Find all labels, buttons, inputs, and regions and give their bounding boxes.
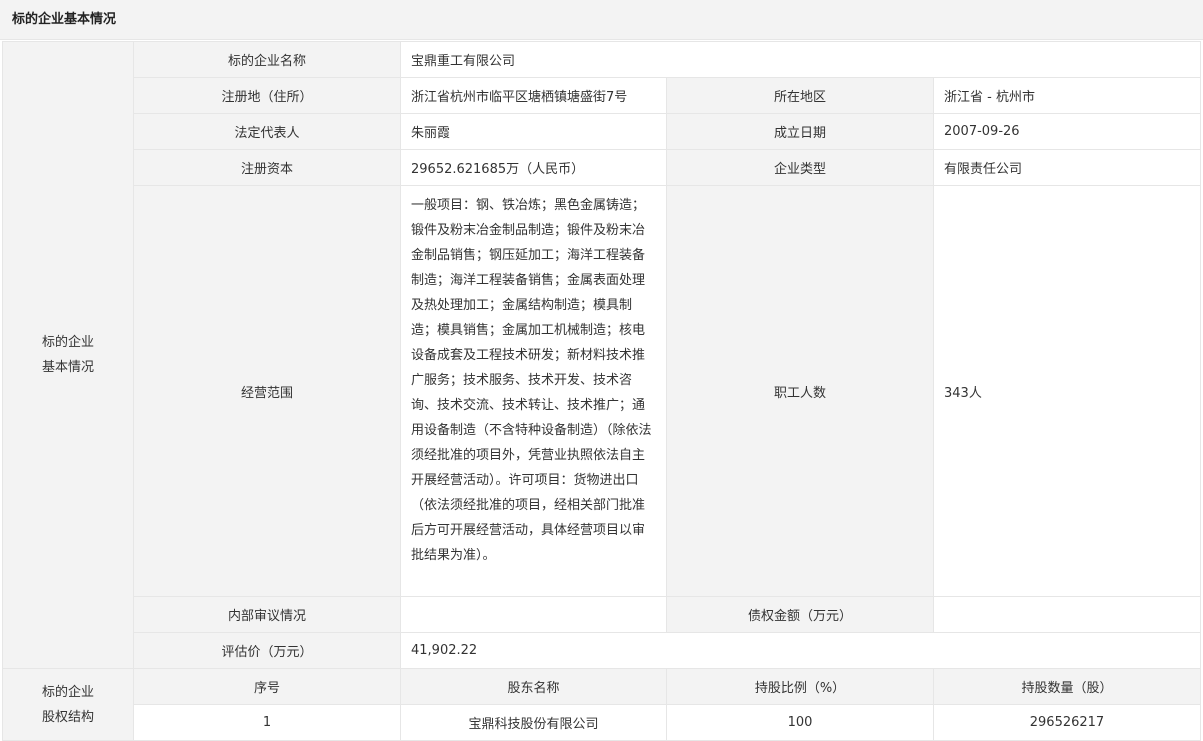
region-label: 所在地区 [666, 77, 934, 114]
reg-address-label: 注册地（住所） [133, 77, 401, 114]
table-row: 评估价（万元） 41,902.22 [3, 632, 1201, 669]
info-table: 标的企业 基本情况 标的企业名称 宝鼎重工有限公司 注册地（住所） 浙江省杭州市… [2, 41, 1201, 741]
table-row: 法定代表人 朱丽霞 成立日期 2007-09-26 [3, 113, 1201, 150]
scope-text: 一般项目：钢、铁冶炼；黑色金属铸造；锻件及粉末冶金制品制造；锻件及粉末冶金制品销… [411, 198, 652, 563]
table-row: 内部审议情况 债权金额（万元） [3, 596, 1201, 633]
founded-label: 成立日期 [666, 113, 934, 150]
scope-value: 一般项目：钢、铁冶炼；黑色金属铸造；锻件及粉末冶金制品制造；锻件及粉末冶金制品销… [400, 185, 667, 597]
audit-label: 内部审议情况 [133, 596, 401, 633]
section-label-equity: 标的企业 股权结构 [2, 668, 134, 741]
company-name-label: 标的企业名称 [133, 41, 401, 78]
table-row: 标的企业 基本情况 标的企业名称 宝鼎重工有限公司 [2, 41, 1201, 669]
page-title: 标的企业基本情况 [0, 0, 1203, 40]
cell-index: 1 [133, 704, 401, 741]
debt-label: 债权金额（万元） [666, 596, 934, 633]
section-label-line-1: 标的企业 [41, 684, 94, 700]
col-header-ratio: 持股比例（%） [666, 668, 934, 705]
valuation-label: 评估价（万元） [133, 632, 401, 669]
cell-shares: 296526217 [933, 704, 1201, 741]
cell-ratio: 100 [666, 704, 934, 741]
table-row: 1 宝鼎科技股份有限公司 100 296526217 [3, 704, 1201, 741]
section-label-basic: 标的企业 基本情况 [2, 41, 134, 669]
audit-value [400, 596, 667, 633]
valuation-value: 41,902.22 [400, 632, 1201, 669]
employees-label: 职工人数 [666, 185, 934, 597]
cell-shareholder: 宝鼎科技股份有限公司 [400, 704, 667, 741]
debt-value [933, 596, 1201, 633]
section-label-line-2: 股权结构 [41, 709, 94, 725]
founded-value: 2007-09-26 [933, 113, 1201, 150]
col-header-shareholder: 股东名称 [400, 668, 667, 705]
table-row: 标的企业 股权结构 序号 股东名称 持股比例（%） 持股数量（股） [2, 668, 1201, 741]
col-header-shares: 持股数量（股） [933, 668, 1201, 705]
company-type-label: 企业类型 [666, 149, 934, 186]
capital-label: 注册资本 [133, 149, 401, 186]
legal-rep-value: 朱丽霞 [400, 113, 667, 150]
section-label-line-2: 基本情况 [41, 360, 94, 375]
reg-address-value: 浙江省杭州市临平区塘栖镇塘盛街7号 [400, 77, 667, 114]
employees-value: 343人 [933, 185, 1201, 597]
company-name-value: 宝鼎重工有限公司 [400, 41, 1201, 78]
scope-label: 经营范围 [133, 185, 401, 597]
section-label-line-1: 标的企业 [41, 335, 94, 350]
table-row: 注册资本 29652.621685万（人民币） 企业类型 有限责任公司 [3, 149, 1201, 186]
table-row: 经营范围 一般项目：钢、铁冶炼；黑色金属铸造；锻件及粉末冶金制品制造；锻件及粉末… [3, 185, 1201, 597]
legal-rep-label: 法定代表人 [133, 113, 401, 150]
region-value: 浙江省 - 杭州市 [933, 77, 1201, 114]
capital-value: 29652.621685万（人民币） [400, 149, 667, 186]
col-header-index: 序号 [133, 668, 401, 705]
company-type-value: 有限责任公司 [933, 149, 1201, 186]
table-row: 注册地（住所） 浙江省杭州市临平区塘栖镇塘盛街7号 所在地区 浙江省 - 杭州市 [3, 77, 1201, 114]
